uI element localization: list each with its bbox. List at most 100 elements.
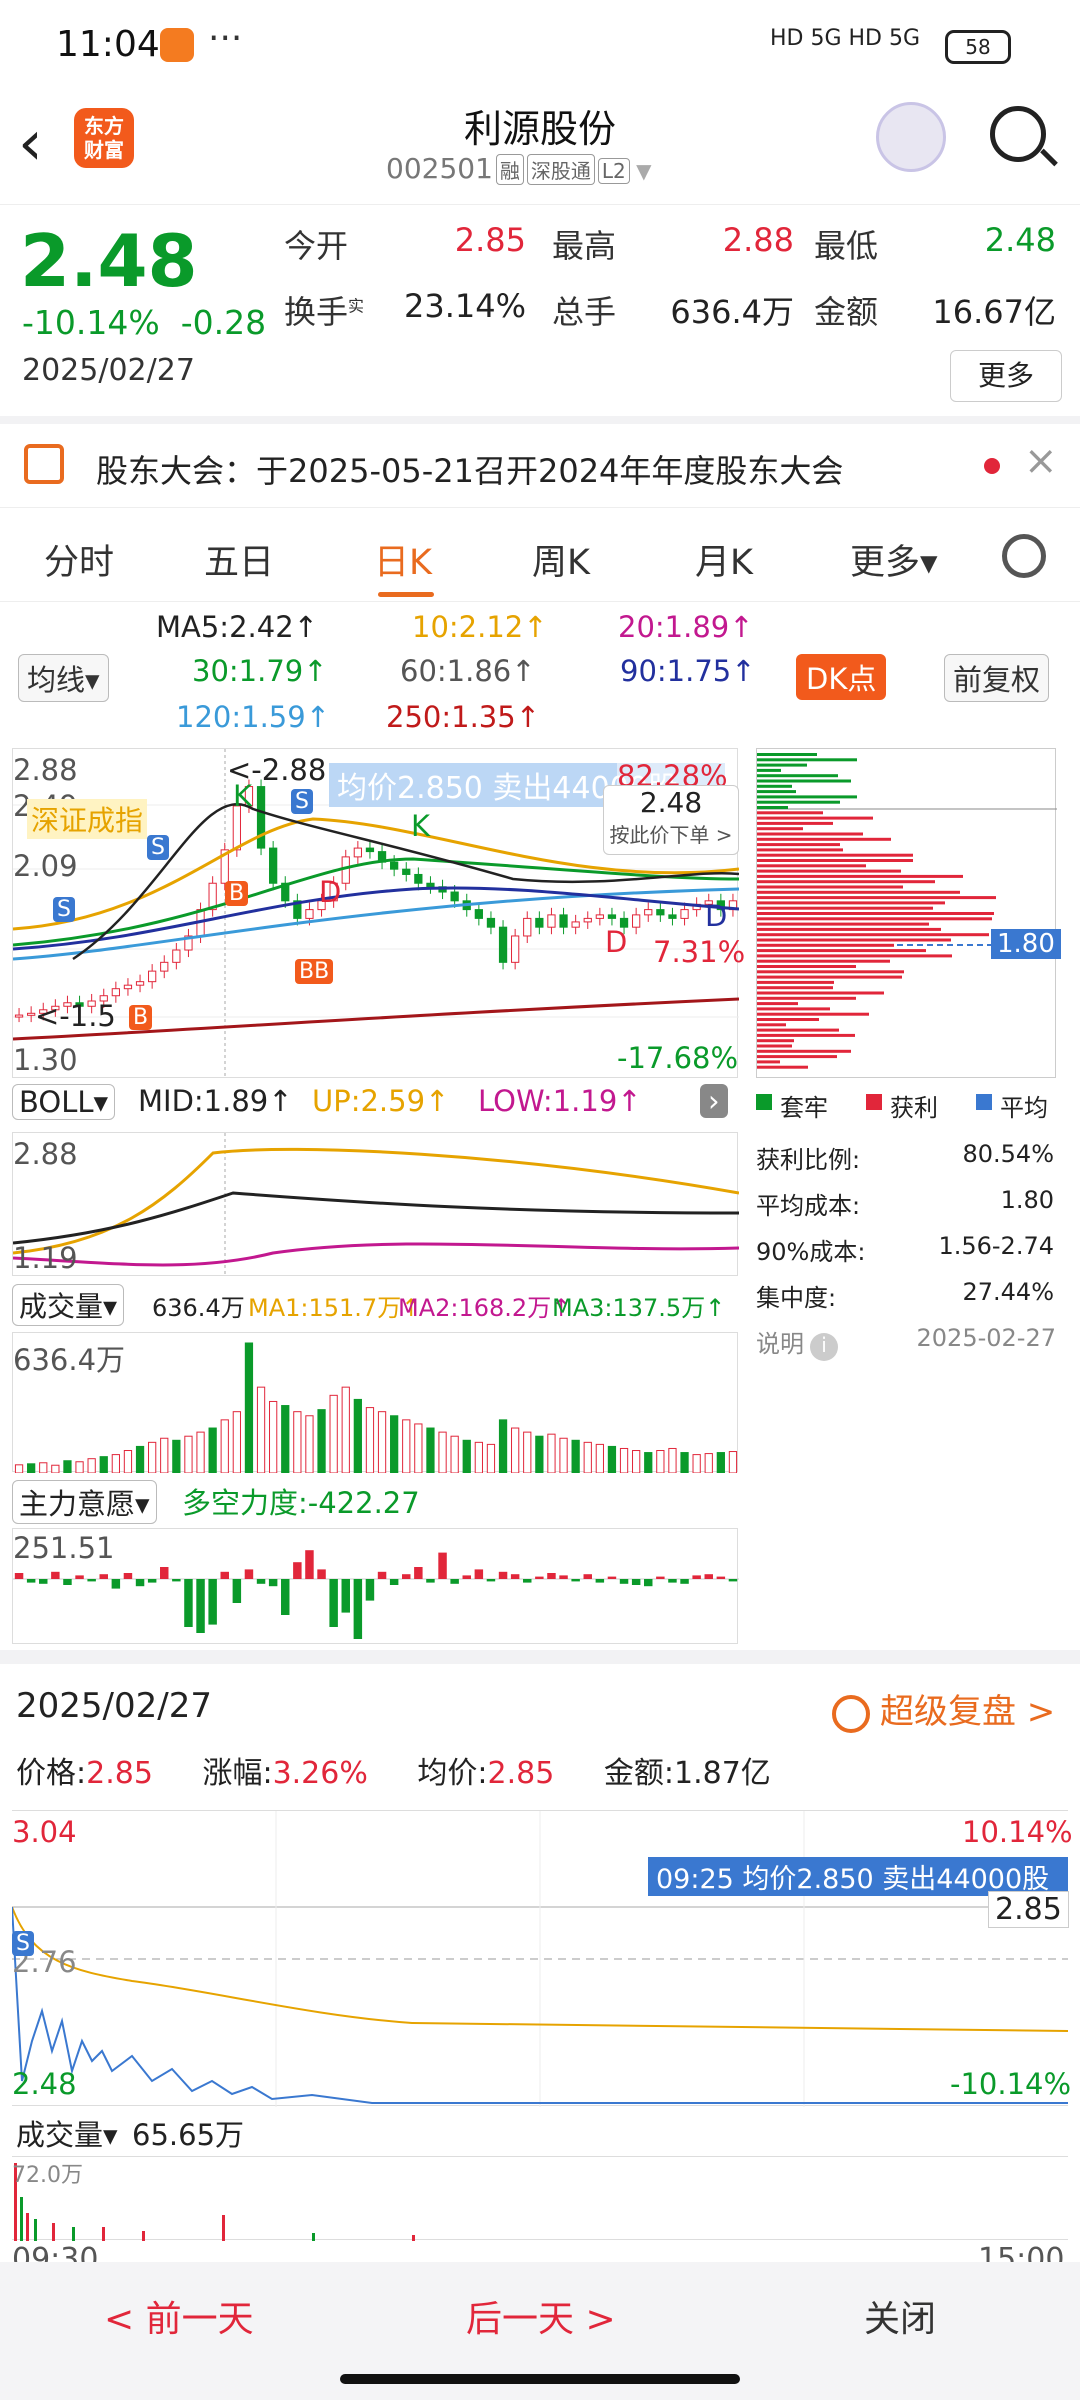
chip-bar	[757, 843, 840, 847]
intraday-pct-low: -10.14%	[950, 2067, 1072, 2101]
boll-dropdown[interactable]: BOLL▾	[12, 1084, 116, 1120]
mainforce-bar	[510, 1574, 520, 1579]
search-icon[interactable]	[990, 106, 1046, 162]
chip-distribution-chart[interactable]: 1.80	[756, 748, 1061, 1078]
boll-y-top: 2.88	[13, 1137, 78, 1171]
chip-bar	[757, 885, 903, 889]
info-icon[interactable]: i	[810, 1333, 838, 1361]
mainforce-bar	[99, 1574, 108, 1579]
intraday-chart[interactable]: 3.04 2.76 2.48 10.14% -10.14% 09:25 均价2.…	[11, 1810, 1073, 2107]
volume-bar	[559, 1437, 568, 1474]
volume-bar	[728, 1451, 738, 1474]
prev-day-button[interactable]: < 前一天	[104, 2290, 254, 2342]
kline-chart[interactable]: 2.88 2.49 2.09 1.30 <-2.88 <-1.5 深证成指 均价…	[12, 748, 745, 1079]
intraday-vol-dropdown[interactable]: 成交量▾	[16, 2112, 118, 2154]
chip-bar	[757, 965, 856, 968]
zl-dropdown[interactable]: 主力意愿▾	[12, 1480, 157, 1524]
more-button[interactable]: 更多	[950, 350, 1062, 402]
index-overlay-tag[interactable]: 深证成指	[27, 799, 148, 839]
chip-bar	[757, 975, 902, 979]
gear-icon[interactable]	[1002, 534, 1046, 578]
volume-bar	[27, 1463, 36, 1474]
candle	[402, 868, 411, 875]
ma-type-dropdown[interactable]: 均线▾	[18, 654, 109, 702]
chip-bar	[757, 784, 792, 788]
unread-dot	[984, 458, 1000, 474]
mainforce-bar	[172, 1579, 181, 1582]
volume-bar	[571, 1439, 580, 1474]
chip-bar	[757, 837, 891, 841]
volume-bar	[317, 1409, 326, 1474]
tab-fiveday[interactable]: 五日	[204, 534, 274, 585]
mainforce-chart[interactable]: 251.51	[12, 1528, 739, 1644]
tab-timeshare[interactable]: 分时	[44, 534, 114, 585]
chip-bar	[757, 869, 901, 873]
candle	[474, 909, 483, 919]
price-change: -10.14% -0.28	[22, 303, 266, 342]
vol-dropdown[interactable]: 成交量▾	[12, 1284, 125, 1326]
change-amount: -0.28	[180, 303, 267, 342]
chip-bar	[757, 949, 926, 953]
volume-bar	[293, 1411, 302, 1474]
boll-legend: BOLL▾ MID:1.89↑ UP:2.59↑ LOW:1.19↑ ›	[12, 1084, 742, 1130]
tab-weekly-k[interactable]: 周K	[532, 534, 590, 585]
quote-row: 今开 2.85 最高 2.88 最低 2.48	[284, 221, 1064, 287]
candle	[269, 847, 278, 884]
dropdown-icon[interactable]: ▼	[630, 159, 651, 183]
chip-bar	[757, 806, 788, 809]
adjust-button[interactable]: 前复权	[944, 654, 1050, 702]
volume-bar	[523, 1431, 532, 1474]
chip-bar	[757, 832, 863, 836]
chip-rows: 获利比例: 80.54% 平均成本: 1.80 90%成本: 1.56-2.74 集中…	[756, 1130, 1066, 1314]
chevron-right-icon[interactable]: ›	[700, 1084, 728, 1118]
volume-bar	[474, 1441, 483, 1474]
volume-bar	[511, 1427, 520, 1474]
dk-point-button[interactable]: DK点	[796, 654, 887, 700]
close-icon[interactable]: ×	[1024, 438, 1058, 484]
volume-chart[interactable]: 636.4万	[12, 1332, 738, 1474]
detail-pct: 3.26%	[272, 1756, 368, 1791]
mainforce-bar	[716, 1576, 726, 1579]
tab-underline	[378, 592, 434, 597]
buy-marker: B	[129, 1005, 153, 1030]
assistant-robot-icon[interactable]	[876, 102, 946, 172]
chip-bar	[757, 821, 833, 825]
chip-bar	[757, 933, 989, 937]
tab-more[interactable]: 更多▾	[850, 534, 938, 585]
notice-bar[interactable]: 股东大会：于2025-05-21召开2024年年度股东大会 ×	[0, 416, 1080, 508]
chip-bar	[757, 922, 929, 926]
next-day-button[interactable]: 后一天 >	[466, 2290, 616, 2342]
k-y-3: 2.09	[13, 849, 78, 883]
chip-bar	[757, 1007, 830, 1011]
chip-bar	[757, 774, 838, 778]
volume-bar	[256, 1386, 266, 1474]
boll-chart[interactable]: 2.88 1.19	[12, 1132, 740, 1277]
chip-bar	[757, 827, 803, 831]
mainforce-bar	[232, 1579, 242, 1603]
candle	[353, 847, 362, 858]
mainforce-bar	[220, 1571, 229, 1579]
super-replay-button[interactable]: 超级复盘 >	[832, 1684, 1055, 1733]
chip-bar	[757, 938, 951, 942]
chip-bar	[757, 959, 890, 963]
d-marker: D	[319, 875, 342, 909]
close-button[interactable]: 关闭	[864, 2290, 936, 2342]
tab-monthly-k[interactable]: 月K	[695, 534, 753, 585]
candle	[607, 914, 617, 919]
mainforce-bar	[692, 1575, 701, 1579]
chip-bar	[757, 1002, 798, 1006]
mainforce-bar	[414, 1567, 423, 1579]
tab-daily-k[interactable]: 日K	[374, 534, 432, 585]
volume-bar	[377, 1411, 387, 1474]
current-price: 2.48	[20, 219, 198, 303]
signal-icon: HD 5G HD 5G	[770, 26, 921, 51]
mainforce-bar	[728, 1579, 738, 1582]
chip-bar	[757, 859, 913, 862]
chip-bar	[757, 880, 935, 884]
intraday-volume-chart[interactable]: 72.0万	[12, 2156, 1068, 2241]
k-min-label: <-1.5	[35, 999, 116, 1033]
order-price-tip[interactable]: 2.48 按此价下单 >	[603, 785, 739, 855]
order-price: 2.48	[639, 786, 703, 819]
candle	[14, 1014, 24, 1018]
chip-note[interactable]: 说明	[756, 1330, 804, 1358]
